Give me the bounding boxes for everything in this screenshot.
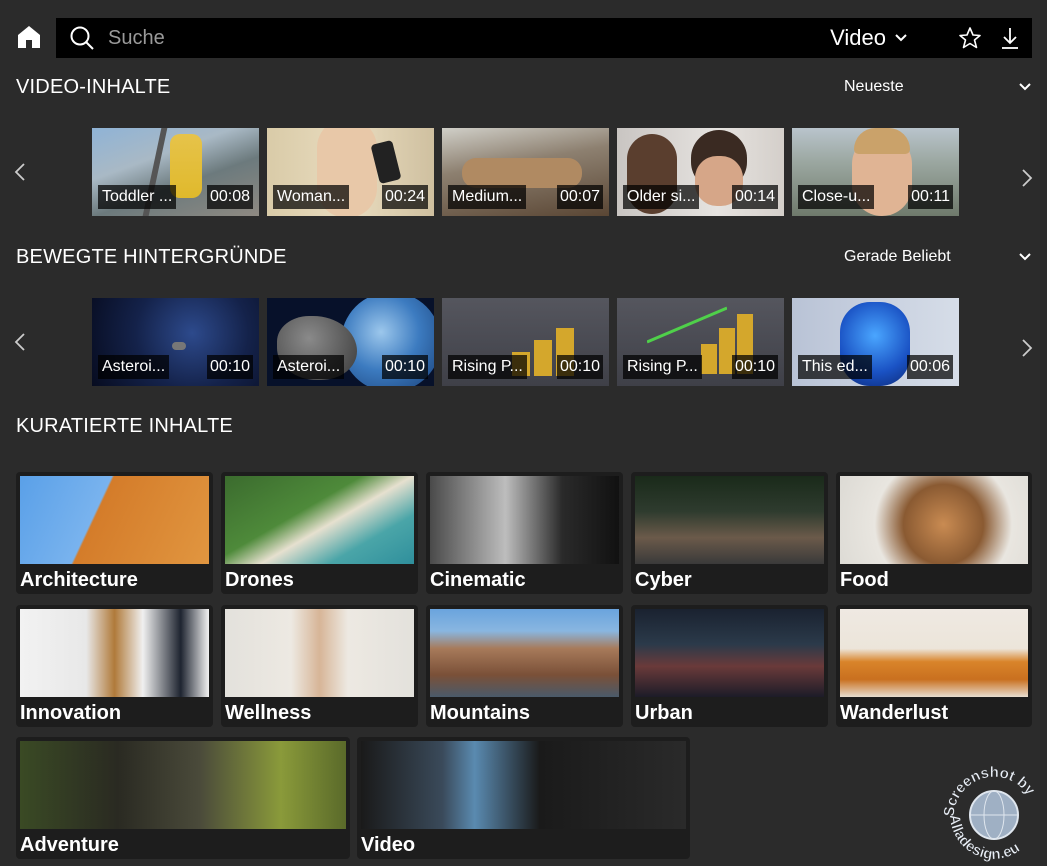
video-title: This ed...: [798, 355, 872, 379]
category-tile-innovation[interactable]: Innovation: [16, 605, 213, 727]
category-tile-architecture[interactable]: Architecture: [16, 472, 213, 594]
category-tile-wellness[interactable]: Wellness: [221, 605, 418, 727]
category-tile-mountains[interactable]: Mountains: [426, 605, 623, 727]
video-thumbnail[interactable]: Rising P... 00:10: [442, 298, 609, 386]
video-thumbnail[interactable]: Older si... 00:14: [617, 128, 784, 216]
category-tile-video[interactable]: Video: [357, 737, 690, 859]
carousel-prev-backgrounds[interactable]: [8, 322, 32, 362]
category-label: Wellness: [225, 702, 312, 724]
video-thumbnail[interactable]: Medium... 00:07: [442, 128, 609, 216]
category-tile-food[interactable]: Food: [836, 472, 1032, 594]
video-duration: 00:10: [556, 355, 603, 379]
category-label: Innovation: [20, 702, 122, 724]
video-duration: 00:07: [556, 185, 603, 209]
category-label: Food: [840, 569, 889, 591]
sort-dropdown-backgrounds[interactable]: Gerade Beliebt: [844, 248, 1032, 266]
category-label: Mountains: [430, 702, 530, 724]
search-icon[interactable]: [62, 18, 102, 58]
video-duration: 00:11: [908, 185, 953, 209]
video-thumbnail[interactable]: Asteroi... 00:10: [267, 298, 434, 386]
video-duration: 00:10: [206, 355, 253, 379]
video-title: Medium...: [448, 185, 527, 209]
category-label: Drones: [225, 569, 294, 591]
carousel-next-backgrounds[interactable]: [1015, 328, 1039, 368]
home-button[interactable]: [10, 18, 48, 56]
video-thumbnail[interactable]: Asteroi... 00:10: [92, 298, 259, 386]
carousel-next-videos[interactable]: [1015, 158, 1039, 198]
video-thumbnail[interactable]: Toddler ... 00:08: [92, 128, 259, 216]
video-title: Woman...: [273, 185, 350, 209]
chevron-right-icon: [1022, 169, 1033, 187]
video-title: Close-u...: [798, 185, 875, 209]
chevron-down-icon: [1019, 83, 1031, 91]
video-title: Rising P...: [623, 355, 702, 379]
category-label: Architecture: [20, 569, 138, 591]
sort-label: Gerade Beliebt: [844, 248, 951, 265]
download-icon: [1002, 28, 1018, 49]
search-input[interactable]: [102, 18, 831, 58]
section-title-videos: VIDEO-INHALTE: [16, 76, 171, 98]
category-label: Urban: [635, 702, 693, 724]
chevron-right-icon: [1022, 339, 1033, 357]
video-duration: 00:10: [731, 355, 778, 379]
watermark-logo: Screenshot by Alladesign.eu: [940, 755, 1047, 865]
video-duration: 00:24: [381, 185, 428, 209]
category-tile-adventure[interactable]: Adventure: [16, 737, 350, 859]
search-bar: Video: [56, 18, 1032, 58]
sort-dropdown-videos[interactable]: Neueste: [844, 78, 1032, 96]
category-label: Cyber: [635, 569, 692, 591]
category-label: Cinematic: [430, 569, 526, 591]
video-thumbnail[interactable]: Close-u... 00:11: [792, 128, 959, 216]
chevron-down-icon: [1019, 253, 1031, 261]
video-title: Asteroi...: [273, 355, 345, 379]
category-tile-cyber[interactable]: Cyber: [631, 472, 828, 594]
category-label: Video: [361, 834, 416, 856]
section-title-backgrounds: BEWEGTE HINTERGRÜNDE: [16, 246, 287, 268]
video-duration: 00:10: [381, 355, 428, 379]
section-title-curated: KURATIERTE INHALTE: [16, 415, 233, 437]
media-type-label: Video: [830, 25, 886, 50]
video-thumbnail[interactable]: Woman... 00:24: [267, 128, 434, 216]
download-button[interactable]: [990, 18, 1030, 58]
video-duration: 00:06: [906, 355, 953, 379]
category-label: Wanderlust: [840, 702, 949, 724]
video-thumbnail[interactable]: This ed... 00:06: [792, 298, 959, 386]
home-icon: [18, 26, 40, 48]
sort-label: Neueste: [844, 78, 904, 95]
video-thumbnail[interactable]: Rising P... 00:10: [617, 298, 784, 386]
chevron-down-icon: [895, 34, 907, 42]
category-tile-cinematic[interactable]: Cinematic: [426, 472, 623, 594]
video-duration: 00:08: [206, 185, 253, 209]
category-tile-wanderlust[interactable]: Wanderlust: [836, 605, 1032, 727]
favorites-button[interactable]: [950, 18, 990, 58]
category-label: Adventure: [20, 834, 119, 856]
chevron-left-icon: [14, 333, 25, 351]
carousel-prev-videos[interactable]: [8, 152, 32, 192]
star-icon: [959, 27, 981, 49]
video-title: Toddler ...: [98, 185, 177, 209]
category-tile-drones[interactable]: Drones: [221, 472, 418, 594]
video-title: Asteroi...: [98, 355, 170, 379]
video-duration: 00:14: [731, 185, 778, 209]
media-type-dropdown[interactable]: Video: [830, 25, 908, 51]
chevron-left-icon: [14, 163, 25, 181]
category-tile-urban[interactable]: Urban: [631, 605, 828, 727]
video-title: Rising P...: [448, 355, 527, 379]
video-title: Older si...: [623, 185, 700, 209]
